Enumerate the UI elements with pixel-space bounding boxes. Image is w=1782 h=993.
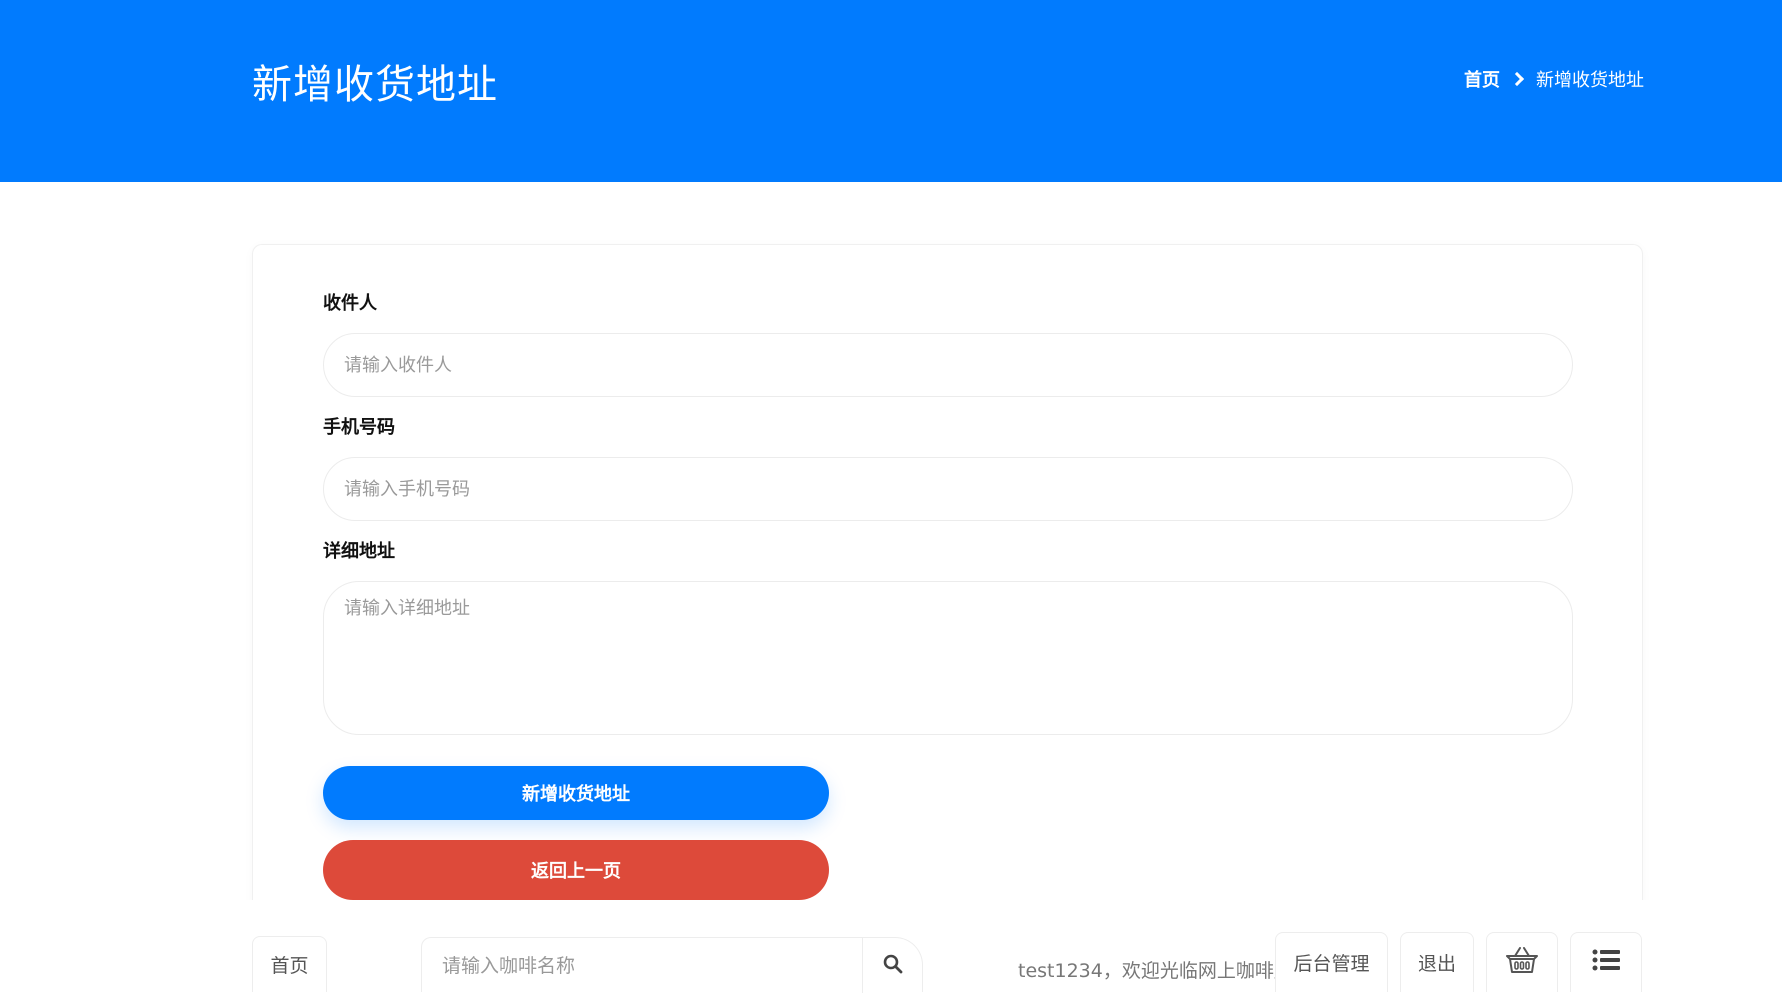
add-address-button[interactable]: 新增收货地址 bbox=[323, 766, 829, 820]
breadcrumb: 首页 新增收货地址 bbox=[1464, 66, 1644, 92]
welcome-text: test1234，欢迎光临网上咖啡店 bbox=[1018, 960, 1293, 982]
cart-button[interactable] bbox=[1486, 932, 1558, 992]
address-label: 详细地址 bbox=[323, 541, 395, 562]
recipient-label: 收件人 bbox=[323, 293, 377, 314]
nav-home-button[interactable]: 首页 bbox=[252, 936, 327, 992]
breadcrumb-home-link[interactable]: 首页 bbox=[1464, 66, 1500, 92]
phone-input[interactable] bbox=[323, 457, 1573, 521]
menu-button[interactable] bbox=[1570, 932, 1642, 992]
admin-button[interactable]: 后台管理 bbox=[1275, 932, 1388, 992]
recipient-input[interactable] bbox=[323, 333, 1573, 397]
address-form-card: 收件人 手机号码 详细地址 新增收货地址 返回上一页 bbox=[252, 244, 1643, 904]
phone-label: 手机号码 bbox=[323, 417, 395, 438]
address-textarea[interactable] bbox=[323, 581, 1573, 735]
header-banner: 新增收货地址 首页 新增收货地址 bbox=[0, 0, 1782, 182]
logout-button[interactable]: 退出 bbox=[1400, 932, 1474, 992]
search-button[interactable] bbox=[863, 938, 923, 993]
back-button[interactable]: 返回上一页 bbox=[323, 840, 829, 900]
chevron-right-icon bbox=[1509, 71, 1525, 87]
page-title: 新增收货地址 bbox=[252, 62, 498, 108]
bottom-nav-bar: 首页 test1234，欢迎光临网上咖啡店 后台管理 退出 bbox=[0, 900, 1782, 993]
breadcrumb-current: 新增收货地址 bbox=[1536, 70, 1644, 91]
coffee-search-input[interactable] bbox=[422, 938, 862, 993]
search-bar bbox=[421, 937, 923, 993]
basket-icon bbox=[1505, 945, 1539, 980]
search-icon bbox=[883, 954, 903, 978]
list-menu-icon bbox=[1592, 948, 1620, 977]
